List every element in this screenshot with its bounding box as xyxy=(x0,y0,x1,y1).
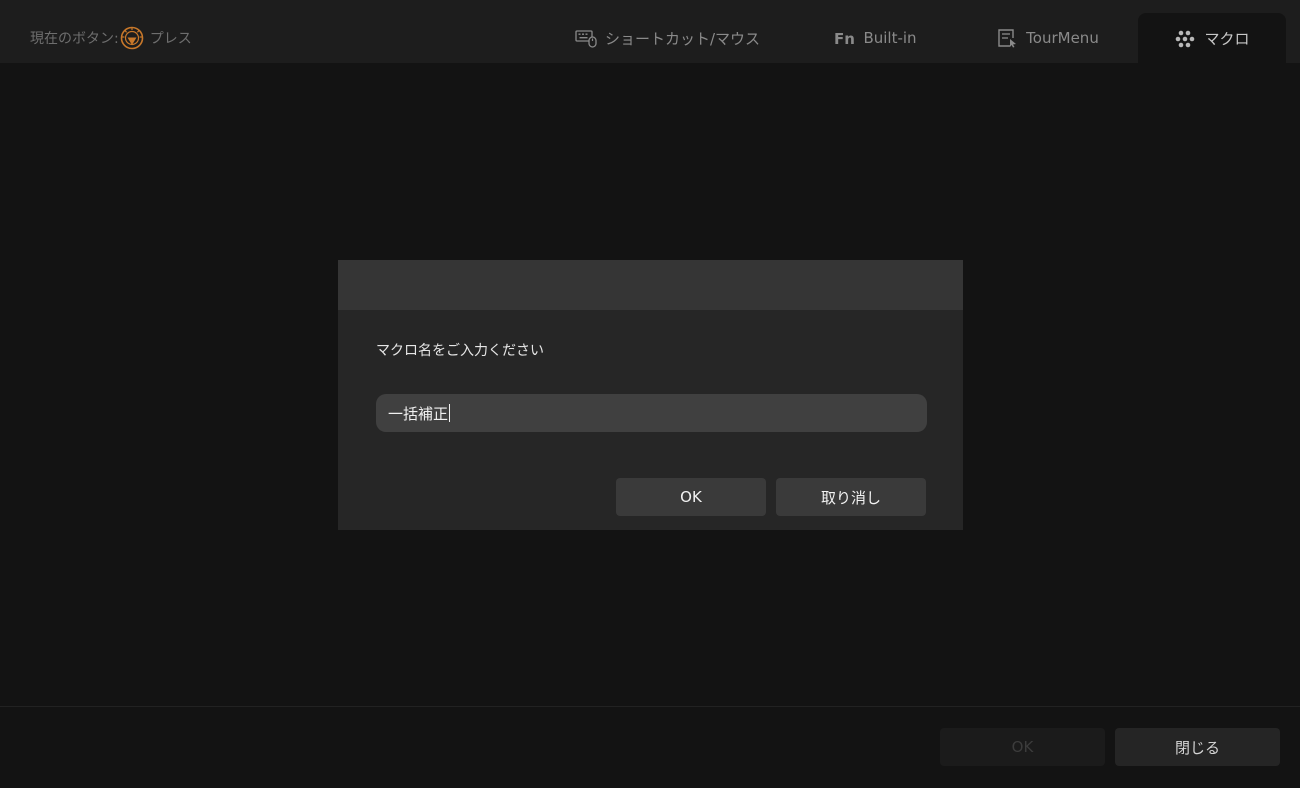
dialog-cancel-button[interactable]: 取り消し xyxy=(776,478,926,516)
macro-name-input[interactable]: 一括補正 xyxy=(376,394,927,432)
keyboard-mouse-icon xyxy=(575,28,597,48)
fn-icon: Fn xyxy=(833,28,855,48)
svg-text:Fn: Fn xyxy=(834,30,855,48)
tab-label: ショートカット/マウス xyxy=(604,29,761,48)
footer-ok-button[interactable]: OK xyxy=(940,728,1105,766)
macro-dots-icon xyxy=(1174,28,1196,48)
tab-label: マクロ xyxy=(1204,29,1250,48)
current-button-label: 現在のボタン: xyxy=(30,31,119,47)
current-button-action: プレス xyxy=(149,31,192,47)
tab-built-in[interactable]: Fn Built-in xyxy=(815,13,935,63)
tab-label: TourMenu xyxy=(1026,29,1099,47)
macro-name-dialog: マクロ名をご入力ください 一括補正 OK 取り消し xyxy=(338,260,963,530)
tab-label: Built-in xyxy=(863,29,917,47)
tourmenu-icon xyxy=(996,28,1018,48)
macro-name-value: 一括補正 xyxy=(388,404,449,423)
app-window: 現在のボタン: プレス ショートカット/マウス Fn Built-in Tour… xyxy=(0,0,1300,788)
dialog-title-bar[interactable] xyxy=(338,260,963,310)
text-caret xyxy=(449,404,451,422)
dialog-ok-button[interactable]: OK xyxy=(616,478,766,516)
footer-close-button[interactable]: 閉じる xyxy=(1115,728,1280,766)
header-bar: 現在のボタン: プレス ショートカット/マウス Fn Built-in Tour… xyxy=(0,0,1300,63)
tab-macro[interactable]: マクロ xyxy=(1138,13,1286,63)
current-button-indicator: 現在のボタン: プレス xyxy=(30,26,192,50)
tab-tourmenu[interactable]: TourMenu xyxy=(975,13,1120,63)
dial-icon xyxy=(120,26,144,50)
dialog-prompt: マクロ名をご入力ください xyxy=(376,343,544,359)
tab-shortcut-mouse[interactable]: ショートカット/マウス xyxy=(560,13,775,63)
footer-divider xyxy=(0,706,1300,707)
